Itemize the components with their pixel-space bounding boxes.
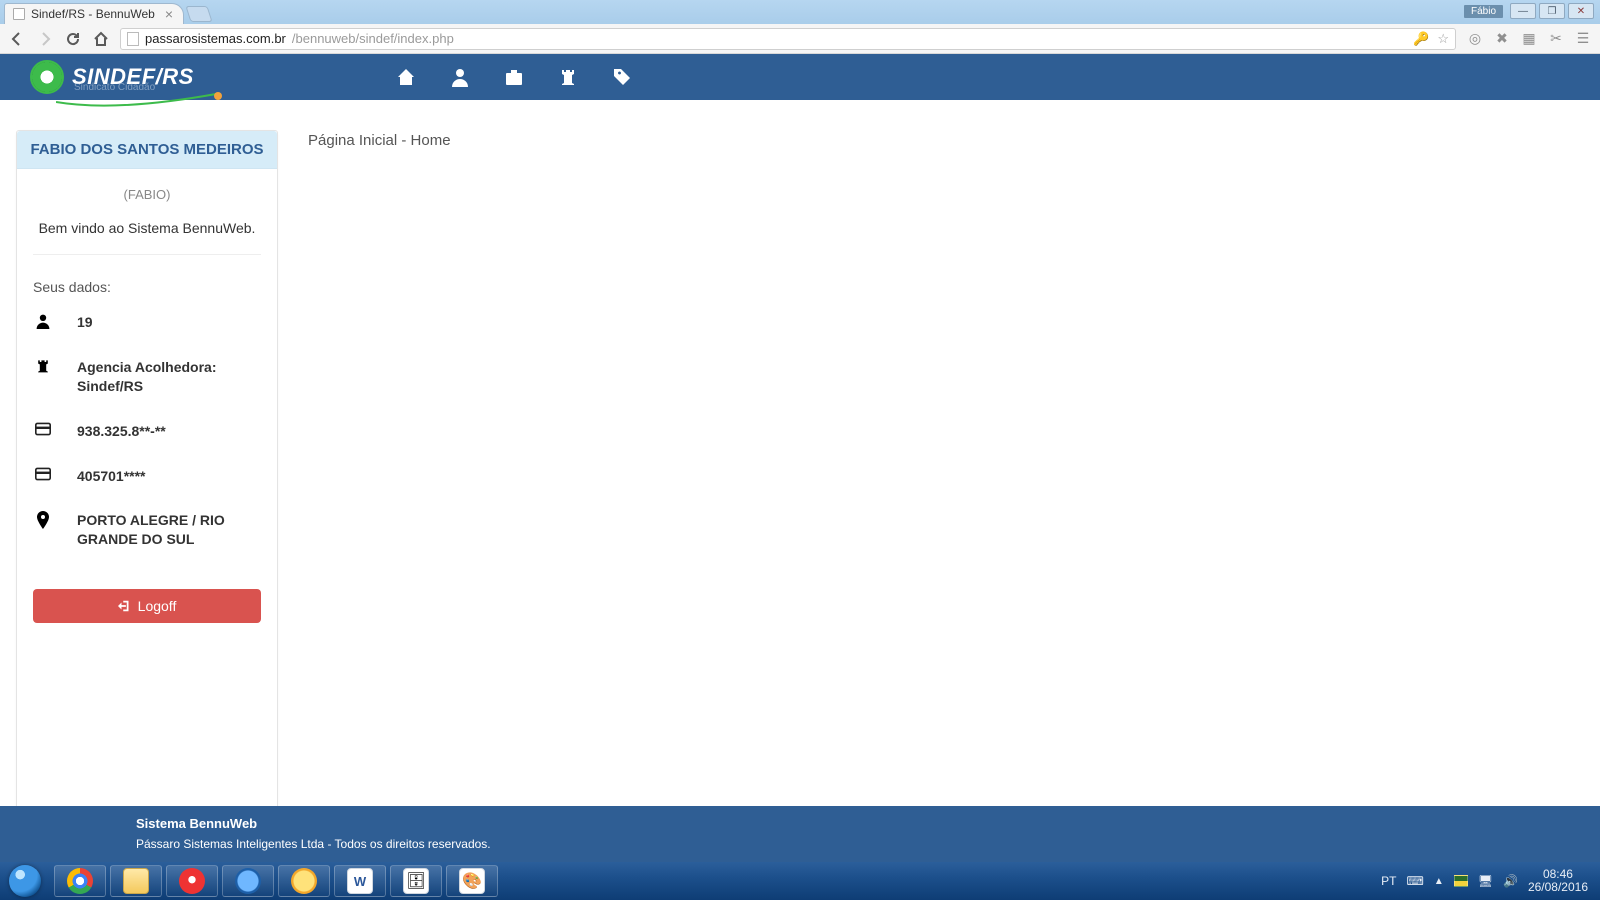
app-logo[interactable]: SINDEF/RS Sindicato Cidadão <box>30 60 194 94</box>
footer-title: Sistema BennuWeb <box>136 816 1600 831</box>
tray-expand-icon[interactable]: ▲ <box>1434 876 1444 887</box>
user-card: FABIO DOS SANTOS MEDEIROS (FABIO) Bem vi… <box>16 130 278 900</box>
data-row-id: 19 <box>33 313 261 332</box>
tray-network-icon[interactable]: 🖥 <box>1478 874 1493 888</box>
data-row-doc2: 405701**** <box>33 467 261 486</box>
forward-button[interactable] <box>36 30 54 48</box>
card-icon <box>33 467 53 481</box>
tray-volume-icon[interactable]: 🔊 <box>1503 874 1518 888</box>
extension-icon[interactable]: ▦ <box>1520 30 1538 48</box>
back-button[interactable] <box>8 30 26 48</box>
app-header: SINDEF/RS Sindicato Cidadão <box>0 54 1600 100</box>
url-host: passarosistemas.com.br <box>145 31 286 46</box>
nav-user-icon[interactable] <box>448 65 472 89</box>
tray-date: 26/08/2016 <box>1528 881 1588 894</box>
data-doc1-value: 938.325.8**-** <box>77 422 166 441</box>
tray-keyboard-icon[interactable]: ⌨ <box>1407 874 1424 888</box>
data-row-doc1: 938.325.8**-** <box>33 422 261 441</box>
site-icon <box>127 32 139 46</box>
chrome-menu-button[interactable]: ☰ <box>1574 30 1592 48</box>
logo-swoosh-icon <box>56 92 226 110</box>
home-button[interactable] <box>92 30 110 48</box>
logoff-label: Logoff <box>138 598 177 614</box>
tray-clock[interactable]: 08:46 26/08/2016 <box>1528 868 1588 894</box>
reload-button[interactable] <box>64 30 82 48</box>
logo-icon <box>30 60 64 94</box>
folder-icon <box>123 868 149 894</box>
taskbar-app-chrome[interactable] <box>54 865 106 897</box>
pin-icon <box>33 511 53 529</box>
window-maximize-button[interactable]: ❐ <box>1539 3 1565 19</box>
content-area: FABIO DOS SANTOS MEDEIROS (FABIO) Bem vi… <box>0 100 1600 900</box>
data-row-location: PORTO ALEGRE / RIO GRANDE DO SUL <box>33 511 261 549</box>
taskbar-app-thunderbird[interactable] <box>222 865 274 897</box>
start-button[interactable] <box>0 862 50 900</box>
tower-icon <box>33 358 53 374</box>
thunderbird-icon <box>235 868 261 894</box>
taskbar-app-5[interactable] <box>278 865 330 897</box>
footer-copy: Pássaro Sistemas Inteligentes Ltda - Tod… <box>136 837 1600 851</box>
chrome-user-badge[interactable]: Fábio <box>1464 5 1503 18</box>
user-card-name: FABIO DOS SANTOS MEDEIROS <box>17 131 277 169</box>
extension-icon[interactable]: ✂ <box>1547 30 1565 48</box>
app-icon: 🗄 <box>403 868 429 894</box>
breadcrumb: Página Inicial - Home <box>308 130 451 900</box>
data-location-value: PORTO ALEGRE / RIO GRANDE DO SUL <box>77 511 261 549</box>
word-icon: W <box>347 868 373 894</box>
windows-taskbar: W 🗄 🎨 PT ⌨ ▲ 🖥 🔊 08:46 26/08/2016 <box>0 862 1600 900</box>
tray-language[interactable]: PT <box>1381 874 1396 888</box>
data-row-agency: Agencia Acolhedora: Sindef/RS <box>33 358 261 396</box>
logout-icon <box>118 599 132 613</box>
chrome-icon <box>67 868 93 894</box>
taskbar-app-explorer[interactable] <box>110 865 162 897</box>
windows-orb-icon <box>9 865 41 897</box>
divider <box>33 254 261 255</box>
data-doc2-value: 405701**** <box>77 467 146 486</box>
address-bar[interactable]: passarosistemas.com.br/bennuweb/sindef/i… <box>120 28 1456 50</box>
paint-icon: 🎨 <box>459 868 485 894</box>
page-icon <box>13 8 25 20</box>
user-nick: (FABIO) <box>33 187 261 202</box>
url-path: /bennuweb/sindef/index.php <box>292 31 454 46</box>
window-minimize-button[interactable]: — <box>1510 3 1536 19</box>
header-nav <box>394 65 634 89</box>
app-footer: Sistema BennuWeb Pássaro Sistemas Inteli… <box>0 806 1600 862</box>
new-tab-button[interactable] <box>185 6 212 22</box>
save-password-icon[interactable]: 🔑 <box>1413 31 1429 47</box>
logoff-button[interactable]: Logoff <box>33 589 261 623</box>
window-close-button[interactable]: ✕ <box>1568 3 1594 19</box>
extension-icons: ◎ ✖ ▦ ✂ ☰ <box>1466 30 1592 48</box>
nav-tag-icon[interactable] <box>610 65 634 89</box>
app-icon <box>179 868 205 894</box>
window-controls: Fábio — ❐ ✕ <box>1464 3 1594 19</box>
app-icon <box>291 868 317 894</box>
browser-titlebar: Sindef/RS - BennuWeb × Fábio — ❐ ✕ <box>0 0 1600 24</box>
tray-flag-icon[interactable] <box>1454 875 1468 887</box>
extension-icon[interactable]: ✖ <box>1493 30 1511 48</box>
taskbar-app-7[interactable]: 🗄 <box>390 865 442 897</box>
section-title: Seus dados: <box>33 279 261 295</box>
tab-title: Sindef/RS - BennuWeb <box>31 7 155 21</box>
close-tab-icon[interactable]: × <box>165 8 173 20</box>
nav-briefcase-icon[interactable] <box>502 65 526 89</box>
system-tray: PT ⌨ ▲ 🖥 🔊 08:46 26/08/2016 <box>1381 868 1600 894</box>
bookmark-star-icon[interactable]: ☆ <box>1437 31 1449 47</box>
browser-toolbar: passarosistemas.com.br/bennuweb/sindef/i… <box>0 24 1600 54</box>
welcome-text: Bem vindo ao Sistema BennuWeb. <box>33 220 261 236</box>
data-agency-value: Agencia Acolhedora: Sindef/RS <box>77 358 261 396</box>
nav-tower-icon[interactable] <box>556 65 580 89</box>
taskbar-app-paint[interactable]: 🎨 <box>446 865 498 897</box>
data-id-value: 19 <box>77 313 93 332</box>
browser-tab[interactable]: Sindef/RS - BennuWeb × <box>4 3 184 24</box>
taskbar-app-3[interactable] <box>166 865 218 897</box>
user-icon <box>33 313 53 329</box>
extension-icon[interactable]: ◎ <box>1466 30 1484 48</box>
taskbar-app-word[interactable]: W <box>334 865 386 897</box>
card-icon <box>33 422 53 436</box>
nav-home-icon[interactable] <box>394 65 418 89</box>
